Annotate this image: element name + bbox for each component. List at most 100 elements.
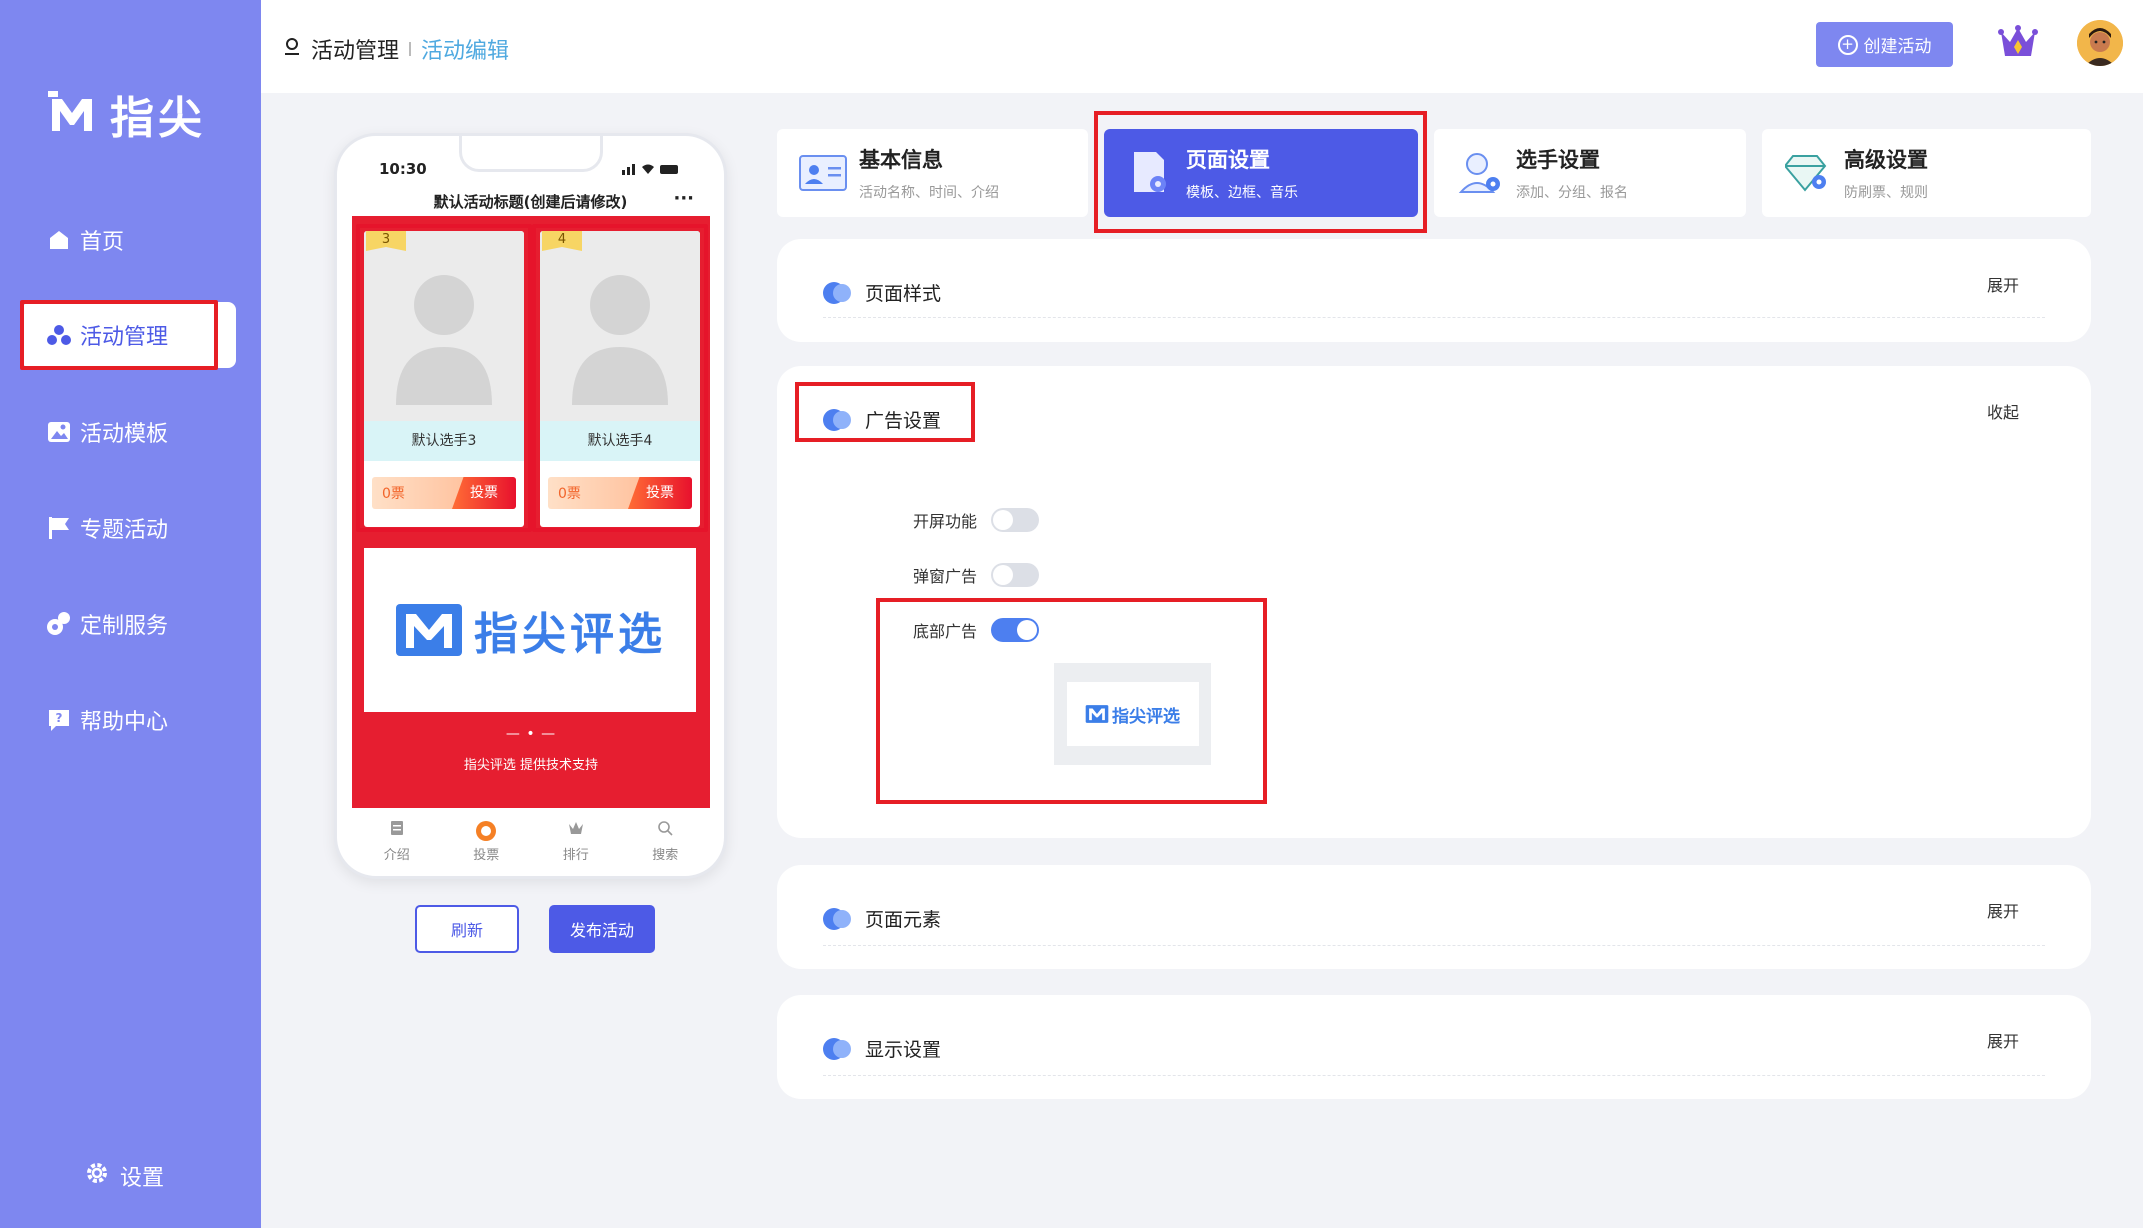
tab-title: 选手设置	[1516, 148, 1600, 172]
breadcrumb-separator	[409, 42, 412, 56]
breadcrumb: 活动管理 活动编辑	[283, 33, 509, 65]
sidebar-item-custom-service[interactable]: 定制服务	[22, 591, 236, 657]
expand-button[interactable]: 展开	[1987, 1028, 2019, 1052]
sidebar-item-label: 帮助中心	[80, 710, 169, 735]
phone-tab-intro[interactable]: 介绍	[352, 812, 442, 870]
logo-icon	[48, 91, 92, 131]
candidate-photo: 4	[540, 231, 700, 421]
sidebar-item-activity-template[interactable]: 活动模板	[22, 399, 236, 465]
phone-page-title: 默认活动标题(创建后请修改)	[433, 193, 628, 211]
sidebar-item-special-activity[interactable]: 专题活动	[22, 495, 236, 561]
plus-circle-icon: +	[1837, 34, 1858, 55]
tab-advanced-settings[interactable]: 高级设置 防刷票、规则	[1762, 129, 2091, 217]
tab-player-settings[interactable]: 选手设置 添加、分组、报名	[1434, 129, 1746, 217]
tab-title: 高级设置	[1844, 148, 1928, 172]
divider	[823, 1075, 2045, 1076]
footer-text: 指尖评选 提供技术支持	[463, 758, 599, 773]
bottom-ad-highlight-frame	[876, 598, 1267, 804]
phone-tab-label: 介绍	[383, 848, 410, 863]
settings-label: 设置	[120, 1166, 165, 1191]
search-icon	[621, 820, 711, 840]
breadcrumb-current: 活动编辑	[421, 39, 510, 64]
panel-display-settings: 显示设置 展开	[777, 995, 2091, 1099]
phone-tab-label: 搜索	[652, 848, 679, 863]
user-avatar[interactable]	[2077, 20, 2123, 66]
template-icon	[46, 419, 72, 445]
sidebar-item-home[interactable]: 首页	[22, 207, 236, 273]
panel-title: 页面元素	[865, 909, 942, 931]
tab-basic-info[interactable]: 基本信息 活动名称、时间、介绍	[777, 129, 1088, 217]
intro-icon	[352, 820, 442, 840]
sidebar-item-help-center[interactable]: ? 帮助中心	[22, 687, 236, 753]
phone-preview: 10:30 默认活动标题(创建后请修改) ··· 3 默认选手3 0票 投票 4…	[334, 133, 727, 879]
breadcrumb-parent[interactable]: 活动管理	[311, 33, 399, 65]
publish-button[interactable]: 发布活动	[549, 905, 655, 953]
refresh-button[interactable]: 刷新	[415, 905, 519, 953]
sidebar: 指尖 首页 活动管理 活动模板 专题活动 定制服务 ? 帮助中心 设置	[0, 0, 261, 1228]
panel-header[interactable]: 页面元素	[823, 905, 941, 932]
section-dot-icon	[823, 1037, 853, 1060]
highlight-frame	[20, 300, 218, 370]
footer-divider: — • —	[505, 726, 557, 742]
vote-button[interactable]: 投票	[452, 477, 516, 509]
brand-logo[interactable]: 指尖	[48, 82, 206, 146]
rank-badge: 4	[542, 231, 582, 251]
section-dot-icon	[823, 281, 853, 304]
collapse-button[interactable]: 收起	[1987, 399, 2019, 423]
phone-tab-label: 排行	[562, 848, 589, 863]
phone-notch	[459, 136, 603, 172]
panel-page-style: 页面样式 展开	[777, 239, 2091, 342]
crown-icon[interactable]	[1998, 24, 2038, 64]
zhijian-logo-icon	[396, 604, 462, 656]
splash-toggle[interactable]	[991, 508, 1040, 532]
candidate-name: 默认选手4	[540, 421, 700, 461]
vote-row: 0票 投票	[372, 477, 516, 509]
vote-button[interactable]: 投票	[628, 477, 692, 509]
sidebar-item-label: 专题活动	[80, 518, 169, 543]
tab-title: 基本信息	[859, 148, 943, 172]
sidebar-item-label: 首页	[80, 230, 125, 255]
panel-header[interactable]: 页面样式	[823, 279, 941, 306]
sidebar-item-activity-management[interactable]: 活动管理	[20, 300, 236, 370]
brand-name: 指尖	[110, 93, 206, 144]
custom-service-icon	[46, 611, 72, 637]
svg-text:?: ?	[56, 711, 63, 725]
status-time: 10:30	[379, 160, 427, 178]
bottom-ad-banner[interactable]: 指尖评选	[364, 548, 696, 712]
status-icons	[622, 162, 682, 180]
setting-label: 弹窗广告	[913, 567, 978, 586]
phone-screen: 3 默认选手3 0票 投票 4 默认选手4 0票 投票 指尖评选 — • — 指…	[352, 216, 710, 808]
phone-tab-search[interactable]: 搜索	[621, 812, 711, 870]
location-icon	[283, 36, 301, 62]
setting-row-popup-ad: 弹窗广告	[913, 563, 1040, 587]
help-icon: ?	[46, 707, 72, 733]
tab-subtitle: 添加、分组、报名	[1516, 185, 1628, 201]
popup-ad-toggle[interactable]	[991, 563, 1040, 587]
tab-subtitle: 防刷票、规则	[1844, 185, 1928, 201]
phone-tab-rank[interactable]: 排行	[531, 812, 621, 870]
settings-link[interactable]: 设置	[86, 1160, 164, 1192]
sidebar-item-label: 定制服务	[80, 614, 169, 639]
phone-tab-label: 投票	[473, 848, 500, 863]
flag-icon	[46, 515, 72, 541]
candidate-card[interactable]: 4 默认选手4 0票 投票	[540, 231, 700, 527]
panel-title: 显示设置	[865, 1039, 942, 1061]
more-icon[interactable]: ···	[673, 188, 694, 209]
panel-header[interactable]: 显示设置	[823, 1035, 941, 1062]
create-activity-button[interactable]: + 创建活动	[1816, 22, 1953, 67]
candidate-name: 默认选手3	[364, 421, 524, 461]
id-card-icon	[797, 147, 849, 199]
candidate-photo: 3	[364, 231, 524, 421]
phone-tab-bar: 介绍 投票 排行 搜索	[352, 812, 710, 870]
expand-button[interactable]: 展开	[1987, 272, 2019, 296]
expand-button[interactable]: 展开	[1987, 898, 2019, 922]
vote-count: 0票	[558, 486, 581, 502]
setting-label: 开屏功能	[913, 512, 978, 531]
rank-icon	[531, 820, 621, 840]
candidate-card[interactable]: 3 默认选手3 0票 投票	[364, 231, 524, 527]
rank-badge: 3	[366, 231, 406, 251]
vote-row: 0票 投票	[548, 477, 692, 509]
create-activity-label: 创建活动	[1863, 37, 1932, 57]
phone-tab-vote[interactable]: 投票	[442, 812, 532, 870]
top-bar: 活动管理 活动编辑 + 创建活动	[261, 0, 2143, 93]
